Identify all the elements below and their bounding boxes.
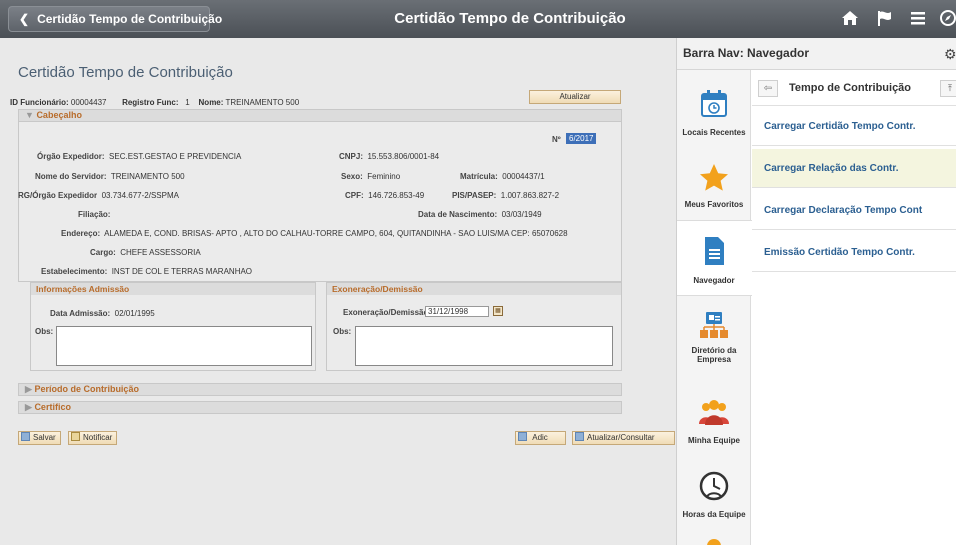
section-periodo[interactable]: ▶ Período de Contribuição xyxy=(18,383,622,396)
admissao-title: Informações Admissão xyxy=(31,283,315,295)
triangle-right-icon: ▶ xyxy=(25,384,32,394)
admissao-obs-textarea[interactable] xyxy=(56,326,312,366)
calendar-clock-icon xyxy=(701,90,727,117)
compass-icon[interactable] xyxy=(938,9,956,29)
team-clock-icon xyxy=(699,471,729,501)
exoneracao-obs-textarea[interactable] xyxy=(355,326,613,366)
notify-icon xyxy=(71,432,80,441)
back-button[interactable]: ❮ Certidão Tempo de Contribuição xyxy=(8,6,222,32)
sexo-field: Sexo: Feminino xyxy=(341,172,401,181)
back-arrow-icon[interactable]: ⇦ xyxy=(758,80,778,97)
save-button-label: Salvar xyxy=(33,433,56,442)
numero-label: Nº xyxy=(552,135,561,144)
document-icon xyxy=(705,237,724,265)
cpf-field: CPF: 146.726.853-49 xyxy=(345,191,425,200)
update-display-button[interactable]: Atualizar/Consultar xyxy=(572,431,675,445)
section-cabecalho-title: Cabeçalho xyxy=(36,110,82,120)
save-icon xyxy=(21,432,30,441)
add-button[interactable]: Adic xyxy=(515,431,566,445)
breadcrumb-title: Tempo de Contribuição xyxy=(789,82,912,94)
employee-id-value: 00004437 xyxy=(70,98,107,107)
home-icon[interactable] xyxy=(840,9,860,29)
exoneracao-date-input[interactable]: 31/12/1998 xyxy=(425,306,489,317)
rg-field: RG/Órgão Expedidor 03.734.677-2/SSPMA xyxy=(18,191,179,200)
save-button[interactable]: Salvar xyxy=(18,431,61,445)
employee-header-line: ID Funcionário: 00004437 Registro Func: … xyxy=(10,98,299,107)
back-button-label: Certidão Tempo de Contribuição xyxy=(37,12,223,26)
exoneracao-obs-label: Obs: xyxy=(333,327,352,336)
notify-button-label: Notificar xyxy=(83,433,113,442)
nav-item-emissao-certidao[interactable]: Emissão Certidão Tempo Contr. xyxy=(752,233,956,272)
section-certifico[interactable]: ▶ Certifico xyxy=(18,401,622,414)
tile-locais-recentes[interactable]: Locais Recentes xyxy=(677,80,751,150)
page-header-title: Certidão Tempo de Contribuição xyxy=(394,10,626,27)
section-periodo-title: Período de Contribuição xyxy=(34,384,139,394)
tile-minha-equipe[interactable]: Minha Equipe xyxy=(677,388,751,458)
tile-meus-favoritos[interactable]: Meus Favoritos xyxy=(677,152,751,222)
update-display-button-label: Atualizar/Consultar xyxy=(587,433,655,442)
navigator-header: Barra Nav: Navegador xyxy=(677,38,956,70)
tile-partial[interactable] xyxy=(677,532,751,545)
tile-label: Locais Recentes xyxy=(682,128,746,137)
cabecalho-panel xyxy=(18,122,622,282)
navigator-panel: Barra Nav: Navegador ⚙ Locais Recentes M… xyxy=(676,38,956,545)
calendar-icon[interactable]: ▦ xyxy=(493,306,503,316)
numero-value[interactable]: 6/2017 xyxy=(566,133,597,144)
tile-navegador[interactable]: Navegador xyxy=(677,220,752,296)
tile-label: Meus Favoritos xyxy=(684,200,744,209)
section-certifico-title: Certifico xyxy=(34,402,71,412)
nascimento-field: Data de Nascimento: 03/03/1949 xyxy=(418,210,542,219)
flag-icon[interactable] xyxy=(875,9,895,29)
section-cabecalho[interactable]: ▼ Cabeçalho xyxy=(18,109,622,122)
tile-label: Navegador xyxy=(693,276,735,285)
page-title: Certidão Tempo de Contribuição xyxy=(18,64,233,81)
chevron-left-icon: ❮ xyxy=(19,12,30,26)
employee-record-value: 1 xyxy=(185,98,190,107)
tile-label: Horas da Equipe xyxy=(682,510,746,519)
update-button[interactable]: Atualizar xyxy=(529,90,621,104)
tile-label: Minha Equipe xyxy=(688,436,740,445)
person-icon xyxy=(707,539,721,545)
triangle-right-icon: ▶ xyxy=(25,402,32,412)
add-button-label: Adic xyxy=(532,433,548,442)
gear-icon[interactable]: ⚙ xyxy=(944,46,956,63)
matricula-field: Matrícula: 00004437/1 xyxy=(460,172,545,181)
admissao-date-field: Data Admissão: 02/01/1995 xyxy=(50,309,155,318)
org-chart-icon xyxy=(700,312,728,338)
employee-id-label: ID Funcionário: xyxy=(10,98,69,107)
employee-name-value: TREINAMENTO 500 xyxy=(225,98,300,107)
pis-field: PIS/PASEP: 1.007.863.827-2 xyxy=(452,191,560,200)
add-icon xyxy=(518,432,527,441)
app-window: ❮ Certidão Tempo de Contribuição Certidão… xyxy=(0,0,956,545)
top-header-bar: ❮ Certidão Tempo de Contribuição Certidão… xyxy=(0,0,956,38)
nav-breadcrumb: ⇦ Tempo de Contribuição ⤒ xyxy=(752,70,956,106)
tile-diretorio[interactable]: Diretório da Empresa xyxy=(677,304,751,382)
filiacao-field: Filiação: xyxy=(78,210,111,219)
nav-rail: Locais Recentes Meus Favoritos Navegador xyxy=(677,70,752,545)
triangle-down-icon: ▼ xyxy=(25,110,34,120)
employee-name-label: Nome: xyxy=(198,98,224,107)
estabelecimento-field: Estabelecimento: INST DE COL E TERRAS MA… xyxy=(41,267,253,276)
nav-item-carregar-declaracao[interactable]: Carregar Declaração Tempo Cont xyxy=(752,191,956,230)
cnpj-field: CNPJ: 15.553.806/0001-84 xyxy=(339,152,440,161)
servidor-field: Nome do Servidor: TREINAMENTO 500 xyxy=(35,172,185,181)
exoneracao-date-label: Exoneração/Demissão: xyxy=(343,308,432,317)
endereco-field: Endereço: ALAMEDA E, COND. BRISAS- APTO … xyxy=(61,229,568,238)
tile-label: Diretório da Empresa xyxy=(691,346,737,364)
tile-horas-equipe[interactable]: Horas da Equipe xyxy=(677,462,751,532)
nav-item-carregar-certidao[interactable]: Carregar Certidão Tempo Contr. xyxy=(752,107,956,146)
exoneracao-title: Exoneração/Demissão xyxy=(327,283,621,295)
menu-icon[interactable] xyxy=(908,9,928,29)
star-icon xyxy=(700,164,728,191)
pin-icon[interactable]: ⤒ xyxy=(940,80,956,97)
admissao-obs-label: Obs: xyxy=(35,327,54,336)
orgao-field: Órgão Expedidor: SEC.EST.GESTAO E PREVID… xyxy=(37,152,242,161)
team-icon xyxy=(699,400,729,425)
notify-button[interactable]: Notificar xyxy=(68,431,118,445)
employee-record-label: Registro Func: xyxy=(122,98,179,107)
nav-item-carregar-relacao[interactable]: Carregar Relação das Contr. xyxy=(752,149,956,188)
refresh-icon xyxy=(575,432,584,441)
cargo-field: Cargo: CHEFE ASSESSORIA xyxy=(90,248,201,257)
